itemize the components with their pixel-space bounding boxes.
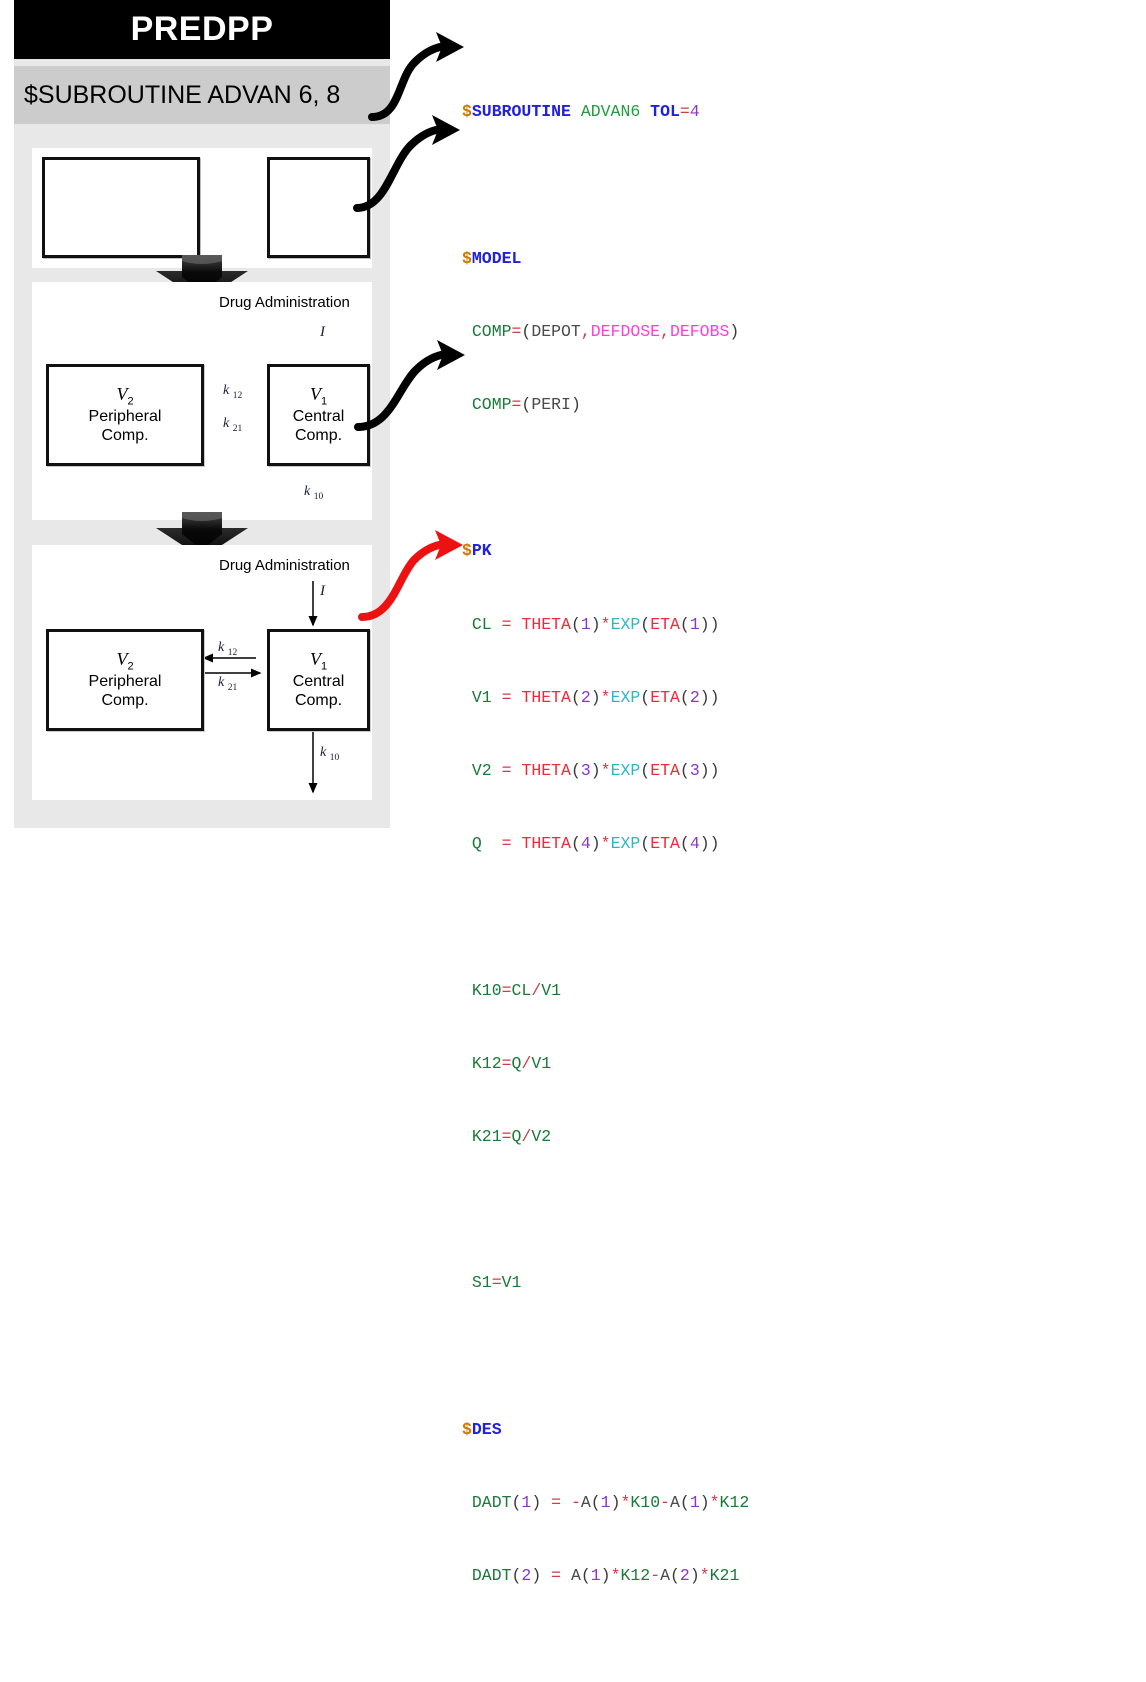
page-title: PREDPP bbox=[130, 10, 274, 48]
diagram-panel-middle: Drug Administration I V2 Peripheral Comp… bbox=[32, 282, 372, 520]
central-line1-middle: Central bbox=[292, 408, 345, 426]
code-line-blank-3 bbox=[462, 905, 1146, 929]
central-compartment-middle: V1 Central Comp. bbox=[267, 364, 370, 466]
k21-label-bottom: k 21 bbox=[218, 675, 238, 693]
peripheral-volume-label-bottom: V2 bbox=[116, 648, 134, 673]
peripheral-line1-middle: Peripheral bbox=[88, 408, 162, 426]
code-line-blank-5 bbox=[462, 1345, 1146, 1369]
central-volume-label-bottom: V1 bbox=[309, 648, 328, 673]
peripheral-line2-bottom: Comp. bbox=[101, 692, 149, 710]
central-line1-bottom: Central bbox=[292, 673, 345, 691]
k12-label-bottom: k 12 bbox=[218, 640, 238, 658]
code-line-dadt2: DADT(2) = A(1)*K12-A(2)*K21 bbox=[471, 1566, 740, 1586]
k10-label-bottom: k 10 bbox=[320, 745, 340, 763]
central-line2-bottom: Comp. bbox=[294, 692, 343, 710]
diagram-panel-bottom: Drug Administration I V2 Peripheral Comp… bbox=[32, 545, 372, 800]
k21-label-middle: k 21 bbox=[223, 416, 243, 434]
k12-label-middle: k 12 bbox=[223, 383, 243, 401]
nonmem-control-stream-code: $SUBROUTINE ADVAN6 TOL=4 $MODEL COMP=(DE… bbox=[462, 0, 1146, 1585]
code-line-s1: S1=V1 bbox=[471, 1273, 522, 1293]
code-line-blank-2 bbox=[462, 466, 1146, 490]
predpp-diagram-column: PREDPP $SUBROUTINE ADVAN 6, 8 Drug Admin… bbox=[14, 0, 390, 828]
code-line-dadt1: DADT(1) = -A(1)*K10-A(1)*K12 bbox=[471, 1493, 750, 1513]
code-line-comp1: COMP=(DEPOT,DEFDOSE,DEFOBS) bbox=[471, 321, 740, 341]
empty-box-left bbox=[42, 157, 200, 258]
code-line-blank-1 bbox=[462, 173, 1146, 197]
code-line-model: $MODEL bbox=[462, 248, 522, 268]
peripheral-line1-bottom: Peripheral bbox=[88, 673, 162, 691]
peripheral-compartment-bottom: V2 Peripheral Comp. bbox=[46, 629, 204, 731]
code-line-v1: V1 = THETA(2)*EXP(ETA(2)) bbox=[471, 687, 720, 707]
central-line2-middle: Comp. bbox=[294, 427, 343, 445]
code-line-q: Q = THETA(4)*EXP(ETA(4)) bbox=[471, 834, 720, 854]
code-line-blank-6 bbox=[462, 1637, 1146, 1661]
peripheral-line2-middle: Comp. bbox=[101, 427, 149, 445]
subroutine-banner: $SUBROUTINE ADVAN 6, 8 bbox=[14, 66, 390, 124]
code-line-des: $DES bbox=[462, 1419, 502, 1439]
empty-box-right bbox=[267, 157, 370, 258]
diagram-panel-top bbox=[32, 148, 372, 268]
code-line-pk: $PK bbox=[462, 541, 492, 561]
subroutine-banner-label: $SUBROUTINE ADVAN 6, 8 bbox=[24, 80, 341, 109]
peripheral-volume-label-middle: V2 bbox=[116, 383, 134, 408]
k10-label-middle: k 10 bbox=[304, 484, 324, 502]
code-line-blank-4 bbox=[462, 1198, 1146, 1222]
predpp-title-bar: PREDPP bbox=[14, 0, 390, 59]
code-line-k12: K12=Q/V1 bbox=[471, 1053, 552, 1073]
central-compartment-bottom: V1 Central Comp. bbox=[267, 629, 370, 731]
code-line-k10: K10=CL/V1 bbox=[471, 980, 562, 1000]
code-line-comp2: COMP=(PERI) bbox=[471, 395, 581, 415]
input-label-middle: I bbox=[320, 324, 325, 340]
drug-administration-label-middle: Drug Administration bbox=[219, 294, 350, 311]
code-line-subroutine: $SUBROUTINE ADVAN6 TOL=4 bbox=[462, 102, 700, 122]
peripheral-compartment-middle: V2 Peripheral Comp. bbox=[46, 364, 204, 466]
code-line-cl: CL = THETA(1)*EXP(ETA(1)) bbox=[471, 614, 720, 634]
central-volume-label-middle: V1 bbox=[309, 383, 328, 408]
code-line-k21: K21=Q/V2 bbox=[471, 1127, 552, 1147]
code-line-v2: V2 = THETA(3)*EXP(ETA(3)) bbox=[471, 761, 720, 781]
